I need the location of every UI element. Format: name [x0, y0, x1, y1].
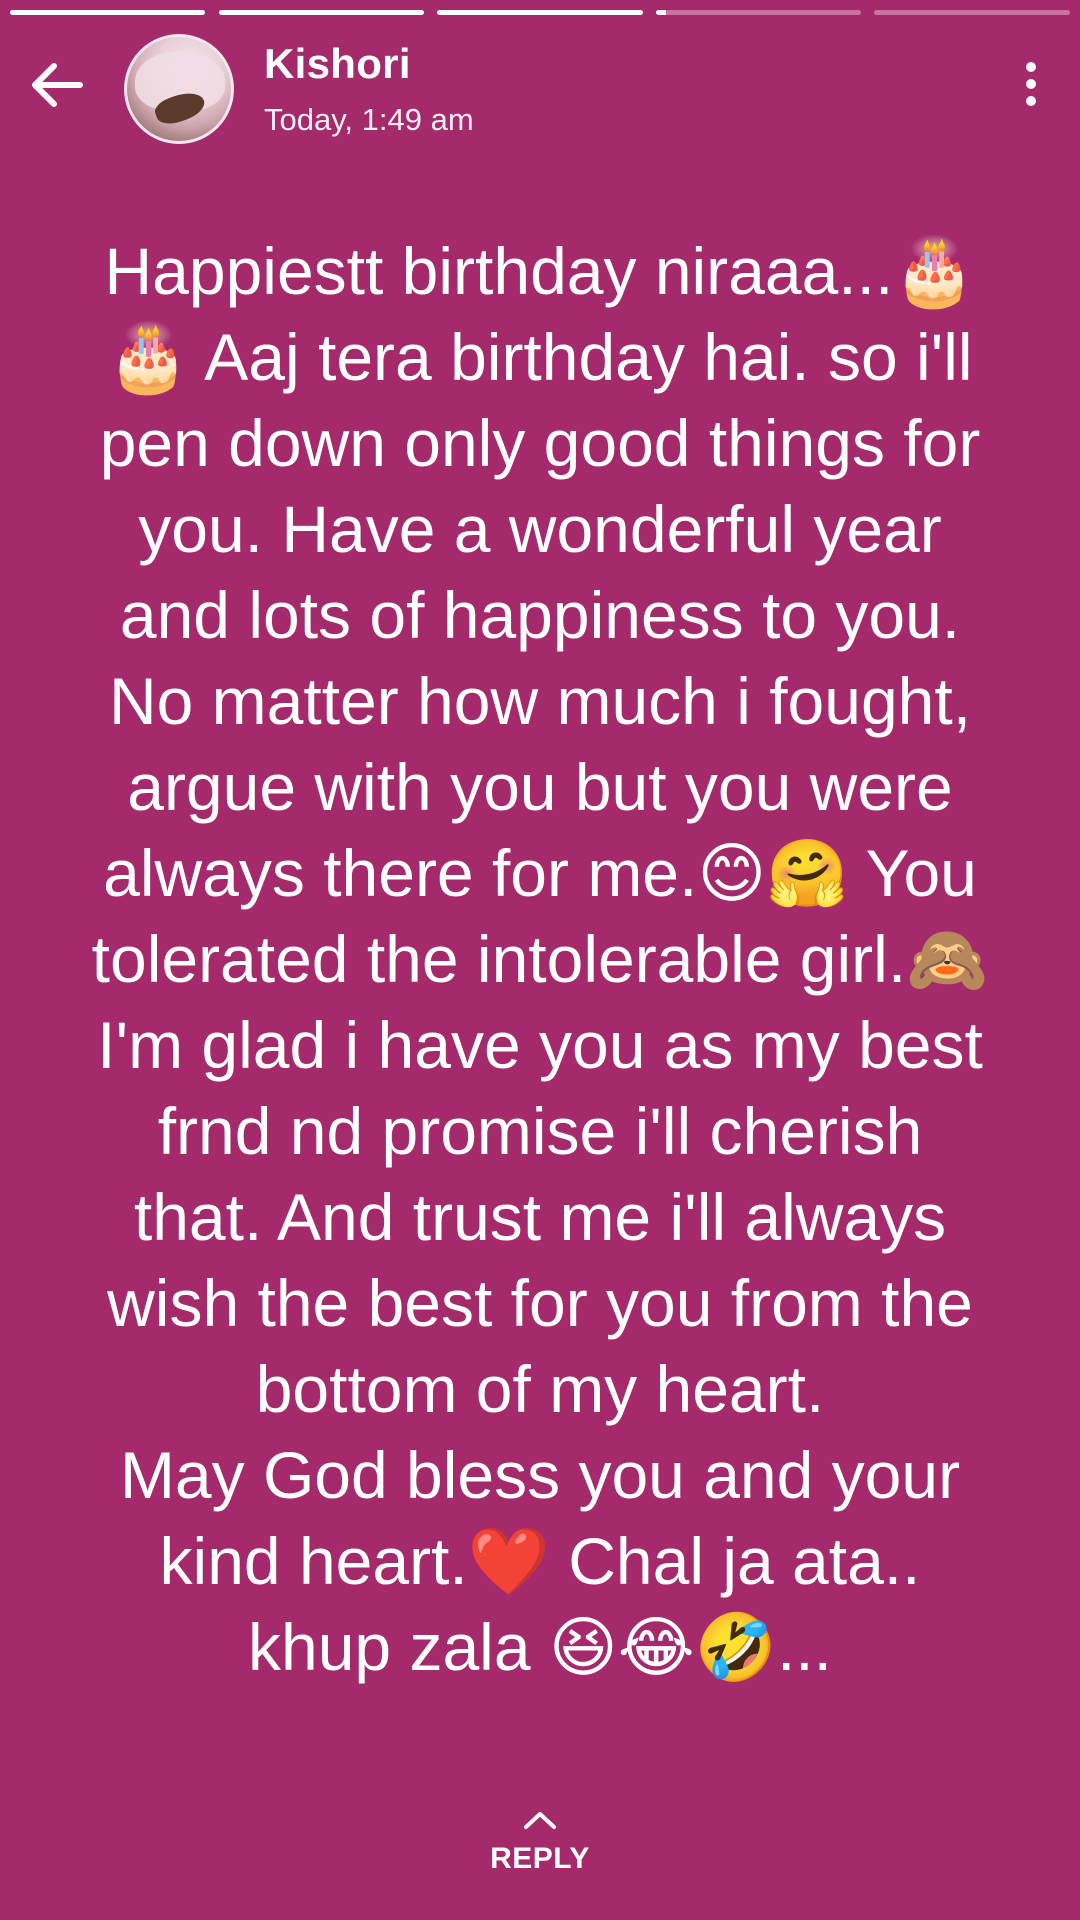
progress-segment-5	[874, 10, 1070, 15]
contact-name[interactable]: Kishori	[264, 40, 411, 88]
story-progress-bar	[0, 10, 1080, 16]
reply-label: REPLY	[490, 1842, 590, 1875]
progress-segment-2	[219, 10, 424, 15]
progress-segment-4	[656, 10, 861, 15]
arrow-left-icon	[32, 63, 83, 107]
status-header: Kishori Today, 1:49 am	[0, 32, 1080, 144]
status-timestamp: Today, 1:49 am	[264, 102, 474, 137]
reply-button[interactable]: REPLY	[0, 1808, 1080, 1876]
chevron-up-icon	[524, 1812, 556, 1829]
back-button[interactable]	[28, 60, 98, 120]
progress-segment-1	[10, 10, 205, 15]
avatar[interactable]	[124, 34, 234, 144]
more-vertical-icon	[1016, 62, 1046, 106]
progress-segment-3	[437, 10, 643, 15]
more-options-button[interactable]	[1016, 62, 1046, 116]
status-message-text: Happiestt birthday niraaa...🎂 🎂 Aaj tera…	[91, 234, 989, 1684]
